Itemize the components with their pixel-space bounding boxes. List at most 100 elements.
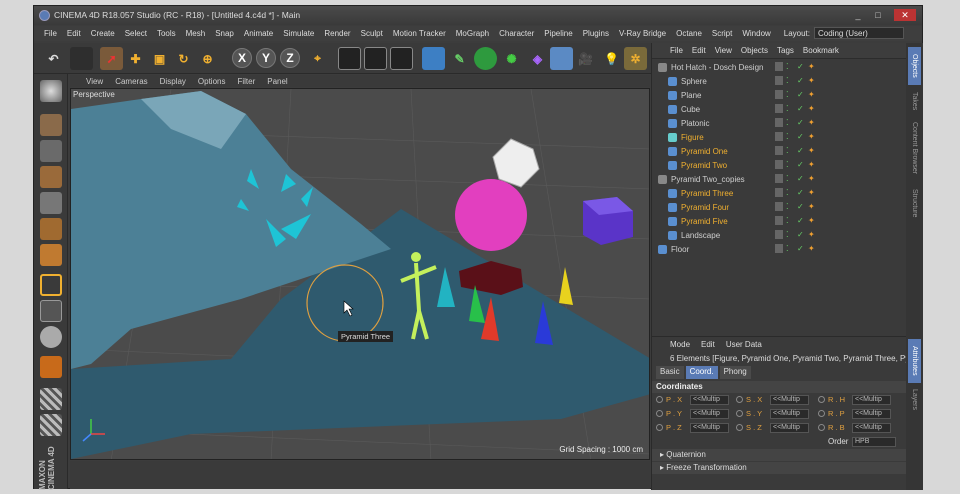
polygons-mode-icon[interactable] bbox=[40, 244, 62, 266]
side-tab-takes[interactable]: Takes bbox=[908, 89, 921, 113]
keyframe-radio-icon[interactable] bbox=[656, 410, 663, 417]
enabled-check-icon[interactable]: ✓ bbox=[797, 104, 805, 113]
enabled-check-icon[interactable]: ✓ bbox=[797, 146, 805, 155]
object-row[interactable]: Pyramid One ⁚ ✓ ✦ bbox=[652, 144, 907, 158]
viewport-menu-cameras[interactable]: Cameras bbox=[115, 77, 147, 86]
enabled-check-icon[interactable]: ✓ bbox=[797, 160, 805, 169]
object-row[interactable]: Landscape ⁚ ✓ ✦ bbox=[652, 228, 907, 242]
order-dropdown[interactable]: HPB bbox=[852, 437, 896, 447]
object-row[interactable]: Pyramid Two_copies ⁚ ✓ ✦ bbox=[652, 172, 907, 186]
attr-menu-user-data[interactable]: User Data bbox=[726, 340, 762, 349]
menu-create[interactable]: Create bbox=[91, 29, 115, 38]
om-menu-tags[interactable]: Tags bbox=[777, 46, 794, 55]
z-axis-lock-button[interactable]: Z bbox=[280, 48, 300, 68]
object-row[interactable]: Hot Hatch - Dosch Design ⁚ ✓ ✦ bbox=[652, 60, 907, 74]
keyframe-radio-icon[interactable] bbox=[656, 424, 663, 431]
tab-basic[interactable]: Basic bbox=[656, 366, 684, 379]
coord-value-field[interactable]: <<Multip bbox=[770, 409, 809, 419]
scale-icon[interactable]: ▣ bbox=[148, 47, 171, 70]
menu-tools[interactable]: Tools bbox=[157, 29, 176, 38]
enabled-check-icon[interactable]: ✓ bbox=[797, 216, 805, 225]
visibility-dots-icon[interactable]: ⁚ bbox=[786, 62, 794, 71]
layer-swatch-icon[interactable] bbox=[775, 62, 783, 71]
visibility-dots-icon[interactable]: ⁚ bbox=[786, 90, 794, 99]
locked-workplane-icon[interactable] bbox=[40, 388, 62, 410]
enabled-check-icon[interactable]: ✓ bbox=[797, 132, 805, 141]
tag-icon[interactable]: ✦ bbox=[808, 146, 816, 155]
tag-icon[interactable]: ✦ bbox=[808, 90, 816, 99]
keyframe-radio-icon[interactable] bbox=[818, 396, 825, 403]
viewport-menu-options[interactable]: Options bbox=[198, 77, 226, 86]
layer-swatch-icon[interactable] bbox=[775, 76, 783, 85]
workplane-mode-icon[interactable] bbox=[40, 166, 62, 188]
snapping-icon[interactable] bbox=[40, 326, 62, 348]
layer-swatch-icon[interactable] bbox=[775, 104, 783, 113]
points-mode-icon[interactable] bbox=[40, 192, 62, 214]
coord-value-field[interactable]: <<Multip bbox=[770, 395, 809, 405]
coord-value-field[interactable]: <<Multip bbox=[852, 423, 891, 433]
menu-script[interactable]: Script bbox=[712, 29, 732, 38]
quaternion-expander[interactable]: ▸ Quaternion bbox=[652, 449, 907, 461]
tag-icon[interactable]: ✦ bbox=[808, 104, 816, 113]
camera-icon[interactable]: 🎥 bbox=[574, 47, 597, 70]
menu-mesh[interactable]: Mesh bbox=[186, 29, 206, 38]
side-tab-objects[interactable]: Objects bbox=[908, 47, 921, 85]
coord-value-field[interactable]: <<Multip bbox=[852, 409, 891, 419]
tab-phong[interactable]: Phong bbox=[719, 366, 751, 379]
visibility-dots-icon[interactable]: ⁚ bbox=[786, 132, 794, 141]
render-picture-viewer-icon[interactable] bbox=[364, 47, 387, 70]
side-tab-attributes[interactable]: Attributes bbox=[908, 339, 921, 383]
enabled-check-icon[interactable]: ✓ bbox=[797, 188, 805, 197]
make-editable-icon[interactable] bbox=[40, 80, 62, 102]
menu-vray-bridge[interactable]: V-Ray Bridge bbox=[619, 29, 666, 38]
mograph-cloner-icon[interactable]: ✺ bbox=[500, 47, 523, 70]
menu-sculpt[interactable]: Sculpt bbox=[361, 29, 383, 38]
model-mode-icon[interactable] bbox=[40, 114, 62, 136]
viewport-menu-panel[interactable]: Panel bbox=[267, 77, 287, 86]
tag-icon[interactable]: ✦ bbox=[808, 244, 816, 253]
visibility-dots-icon[interactable]: ⁚ bbox=[786, 160, 794, 169]
magnet-icon[interactable] bbox=[40, 356, 62, 378]
object-row[interactable]: Platonic ⁚ ✓ ✦ bbox=[652, 116, 907, 130]
tag-icon[interactable]: ✦ bbox=[808, 230, 816, 239]
object-row[interactable]: Pyramid Three ⁚ ✓ ✦ bbox=[652, 186, 907, 200]
om-menu-edit[interactable]: Edit bbox=[692, 46, 706, 55]
layer-swatch-icon[interactable] bbox=[775, 216, 783, 225]
undo-icon[interactable]: ↶ bbox=[42, 47, 65, 70]
tag-icon[interactable]: ✦ bbox=[808, 132, 816, 141]
recent-tools-icon[interactable]: ⊕ bbox=[196, 47, 219, 70]
render-settings-icon[interactable] bbox=[390, 47, 413, 70]
light-icon[interactable]: 💡 bbox=[600, 47, 623, 70]
enabled-check-icon[interactable]: ✓ bbox=[797, 202, 805, 211]
tag-icon[interactable]: ✦ bbox=[808, 216, 816, 225]
attr-menu-edit[interactable]: Edit bbox=[701, 340, 715, 349]
attr-menu-mode[interactable]: Mode bbox=[670, 340, 690, 349]
om-menu-bookmark[interactable]: Bookmark bbox=[803, 46, 839, 55]
coord-value-field[interactable]: <<Multip bbox=[852, 395, 891, 405]
object-row[interactable]: Sphere ⁚ ✓ ✦ bbox=[652, 74, 907, 88]
tweak-mode-icon[interactable] bbox=[40, 300, 62, 322]
menu-motion-tracker[interactable]: Motion Tracker bbox=[393, 29, 446, 38]
keyframe-radio-icon[interactable] bbox=[818, 424, 825, 431]
layer-swatch-icon[interactable] bbox=[775, 244, 783, 253]
layer-swatch-icon[interactable] bbox=[775, 118, 783, 127]
redo-icon[interactable] bbox=[70, 47, 93, 70]
minimize-button[interactable]: _ bbox=[850, 9, 866, 21]
coord-value-field[interactable]: <<Multip bbox=[690, 395, 729, 405]
menu-edit[interactable]: Edit bbox=[67, 29, 81, 38]
enabled-check-icon[interactable]: ✓ bbox=[797, 174, 805, 183]
freeze-transformation-expander[interactable]: ▸ Freeze Transformation bbox=[652, 462, 907, 474]
menu-file[interactable]: File bbox=[44, 29, 57, 38]
object-row[interactable]: Figure ⁚ ✓ ✦ bbox=[652, 130, 907, 144]
layer-swatch-icon[interactable] bbox=[775, 230, 783, 239]
axis-mode-icon[interactable] bbox=[40, 274, 62, 296]
rotate-icon[interactable]: ↻ bbox=[172, 47, 195, 70]
object-row[interactable]: Floor ⁚ ✓ ✦ bbox=[652, 242, 907, 256]
menu-octane[interactable]: Octane bbox=[676, 29, 702, 38]
snap-icon[interactable]: ✲ bbox=[624, 47, 647, 70]
om-menu-file[interactable]: File bbox=[670, 46, 683, 55]
object-row[interactable]: Plane ⁚ ✓ ✦ bbox=[652, 88, 907, 102]
texture-mode-icon[interactable] bbox=[40, 140, 62, 162]
object-row[interactable]: Pyramid Five ⁚ ✓ ✦ bbox=[652, 214, 907, 228]
close-button[interactable]: ✕ bbox=[894, 9, 916, 21]
